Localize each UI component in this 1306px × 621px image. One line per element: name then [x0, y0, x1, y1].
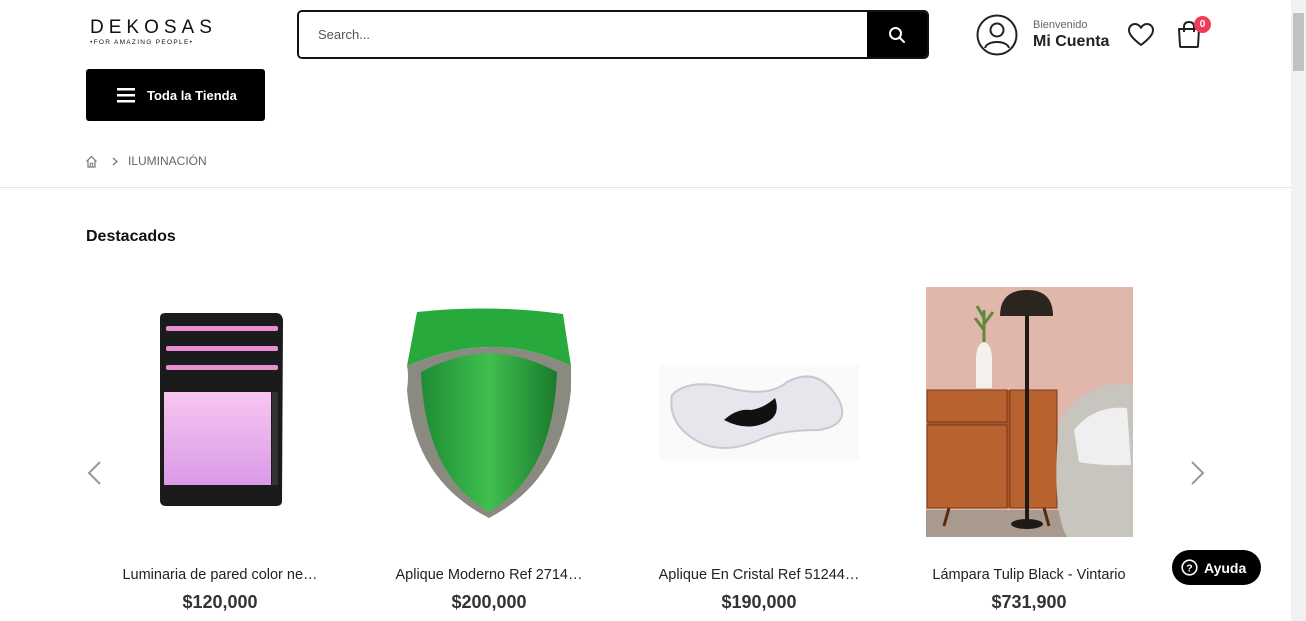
product-image[interactable]	[629, 280, 889, 550]
carousel-next-button[interactable]	[1190, 460, 1206, 491]
product-price: $200,000	[451, 592, 527, 612]
help-icon: ?	[1181, 559, 1198, 576]
product-card[interactable]: Luminaria de pared color ne… $120,000	[90, 280, 350, 612]
welcome-text: Bienvenido	[1033, 18, 1088, 31]
page: DEKOSAS •FOR AMAZING PEOPLE• Bienvenido …	[0, 0, 1291, 621]
divider	[0, 187, 1291, 188]
product-image[interactable]	[359, 280, 619, 550]
cart-button[interactable]: 0	[1175, 16, 1211, 54]
breadcrumb: ILUMINACIÓN	[85, 154, 207, 168]
scrollbar-thumb[interactable]	[1293, 13, 1304, 71]
home-icon[interactable]	[85, 155, 98, 168]
heart-icon	[1128, 23, 1154, 46]
product-name[interactable]: Aplique Moderno Ref 2714…	[359, 567, 619, 583]
product-price: $120,000	[182, 592, 258, 612]
account-label: Mi Cuenta	[1033, 32, 1110, 50]
product-image[interactable]	[899, 280, 1159, 550]
logo-name: DEKOSAS	[90, 17, 217, 38]
product-card[interactable]: Aplique En Cristal Ref 51244… $190,000	[629, 280, 889, 612]
logo[interactable]: DEKOSAS •FOR AMAZING PEOPLE•	[90, 17, 217, 47]
logo-tagline: •FOR AMAZING PEOPLE•	[90, 39, 194, 46]
svg-text:?: ?	[1186, 562, 1192, 574]
account-link[interactable]: Bienvenido Mi Cuenta	[976, 14, 1109, 56]
product-name[interactable]: Luminaria de pared color ne…	[90, 567, 350, 583]
product-card[interactable]: Aplique Moderno Ref 2714… $200,000	[359, 280, 619, 612]
product-name[interactable]: Lámpara Tulip Black - Vintario	[899, 567, 1159, 583]
help-label: Ayuda	[1204, 559, 1247, 576]
all-store-label: Toda la Tienda	[147, 87, 237, 103]
cart-count-badge: 0	[1194, 16, 1211, 33]
search-button[interactable]	[867, 12, 927, 57]
product-image[interactable]	[90, 280, 350, 550]
product-name[interactable]: Aplique En Cristal Ref 51244…	[629, 567, 889, 583]
search-icon	[889, 26, 905, 43]
page-scrollbar[interactable]	[1291, 0, 1306, 621]
user-icon	[976, 14, 1018, 56]
chevron-right-icon	[1191, 461, 1205, 485]
section-title: Destacados	[86, 228, 176, 245]
hamburger-icon	[117, 87, 135, 102]
all-store-menu-button[interactable]: Toda la Tienda	[86, 69, 265, 121]
breadcrumb-current: ILUMINACIÓN	[128, 154, 207, 168]
product-price: $190,000	[721, 592, 797, 612]
wishlist-button[interactable]	[1127, 22, 1155, 52]
search-bar	[297, 10, 929, 59]
chevron-right-icon	[112, 157, 118, 165]
product-price: $731,900	[991, 592, 1067, 612]
help-button[interactable]: ? Ayuda	[1172, 550, 1261, 585]
product-card[interactable]: Lámpara Tulip Black - Vintario $731,900	[899, 280, 1159, 612]
search-input[interactable]	[299, 12, 867, 57]
